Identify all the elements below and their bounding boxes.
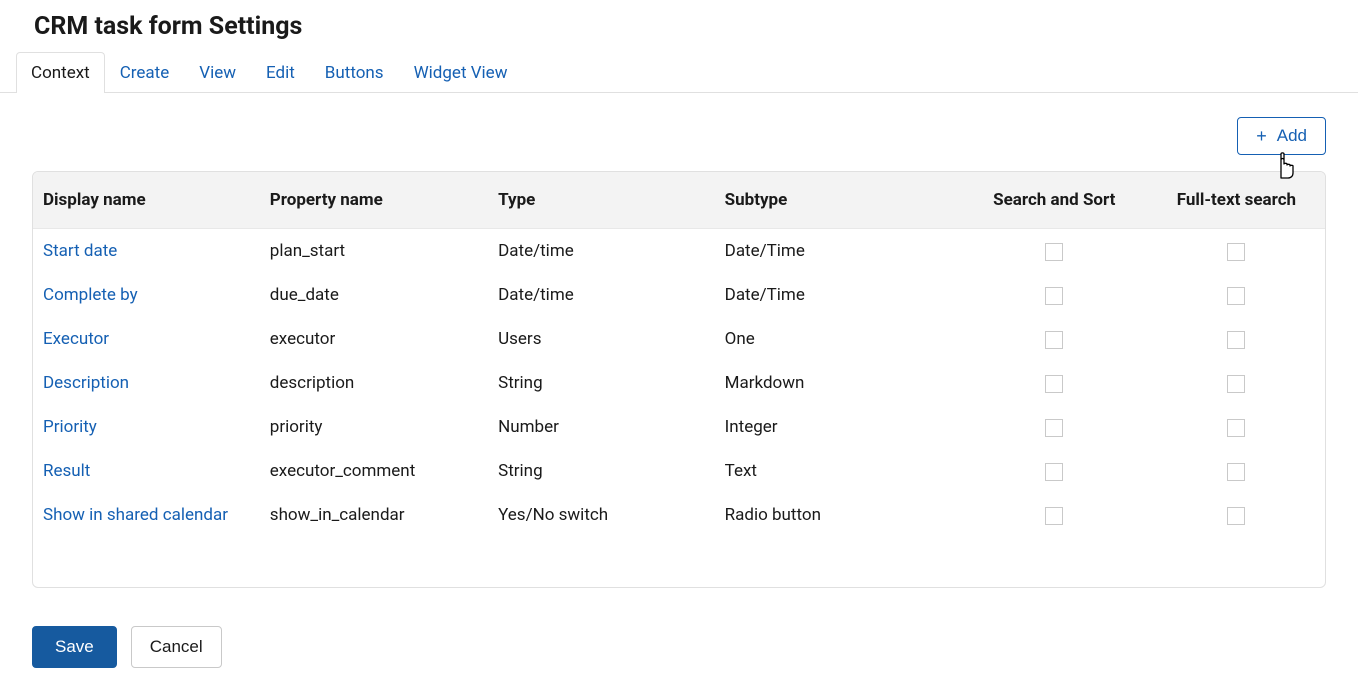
fulltext-checkbox[interactable] (1227, 463, 1245, 481)
tab-buttons[interactable]: Buttons (310, 52, 399, 93)
tab-widget-view[interactable]: Widget View (399, 52, 523, 93)
property-name-cell: due_date (260, 273, 488, 317)
search-sort-checkbox[interactable] (1045, 243, 1063, 261)
col-search-sort: Search and Sort (961, 172, 1148, 229)
fulltext-checkbox[interactable] (1227, 419, 1245, 437)
add-button-label: Add (1277, 126, 1307, 146)
tab-edit[interactable]: Edit (251, 52, 310, 93)
cancel-button[interactable]: Cancel (131, 626, 222, 668)
type-cell: Yes/No switch (488, 493, 715, 537)
tab-context[interactable]: Context (16, 52, 105, 93)
display-name-link[interactable]: Show in shared calendar (43, 505, 228, 525)
table-row: Show in shared calendar show_in_calendarY… (33, 493, 1325, 537)
type-cell: String (488, 449, 715, 493)
table-row: Executor executorUsersOne (33, 317, 1325, 361)
subtype-cell: Date/Time (715, 229, 961, 274)
add-button[interactable]: + Add (1237, 117, 1326, 155)
dialog-title-actions (1310, 17, 1326, 37)
col-display-name: Display name (33, 172, 260, 229)
property-name-cell: description (260, 361, 488, 405)
property-name-cell: plan_start (260, 229, 488, 274)
display-name-link[interactable]: Description (43, 373, 129, 393)
table-row: Priority priorityNumberInteger (33, 405, 1325, 449)
dialog-header: CRM task form Settings (32, 12, 1326, 47)
type-cell: Date/time (488, 229, 715, 274)
subtype-cell: Radio button (715, 493, 961, 537)
property-name-cell: executor (260, 317, 488, 361)
subtype-cell: Text (715, 449, 961, 493)
search-sort-checkbox[interactable] (1045, 287, 1063, 305)
dialog-title: CRM task form Settings (32, 12, 302, 41)
display-name-link[interactable]: Complete by (43, 285, 138, 305)
fulltext-checkbox[interactable] (1227, 375, 1245, 393)
subtype-cell: One (715, 317, 961, 361)
property-name-cell: show_in_calendar (260, 493, 488, 537)
fields-panel: Display name Property name Type Subtype … (32, 171, 1326, 588)
tab-view[interactable]: View (184, 52, 251, 93)
settings-dialog: CRM task form Settings Context Create Vi… (0, 0, 1358, 688)
tab-create[interactable]: Create (105, 52, 185, 93)
type-cell: Users (488, 317, 715, 361)
table-header-row: Display name Property name Type Subtype … (33, 172, 1325, 229)
fulltext-checkbox[interactable] (1227, 287, 1245, 305)
col-fulltext: Full-text search (1148, 172, 1325, 229)
col-type: Type (488, 172, 715, 229)
fulltext-checkbox[interactable] (1227, 507, 1245, 525)
display-name-link[interactable]: Priority (43, 417, 97, 437)
dialog-footer: Save Cancel (32, 588, 1326, 668)
display-name-link[interactable]: Start date (43, 241, 117, 261)
table-row: Result executor_commentStringText (33, 449, 1325, 493)
property-name-cell: executor_comment (260, 449, 488, 493)
type-cell: Date/time (488, 273, 715, 317)
table-row: Description descriptionStringMarkdown (33, 361, 1325, 405)
col-subtype: Subtype (715, 172, 961, 229)
table-row: Complete by due_dateDate/timeDate/Time (33, 273, 1325, 317)
display-name-link[interactable]: Executor (43, 329, 109, 349)
subtype-cell: Date/Time (715, 273, 961, 317)
toolbar: + Add (32, 93, 1326, 167)
fields-table: Display name Property name Type Subtype … (33, 172, 1325, 537)
plus-icon: + (1256, 127, 1267, 145)
col-property-name: Property name (260, 172, 488, 229)
search-sort-checkbox[interactable] (1045, 375, 1063, 393)
search-sort-checkbox[interactable] (1045, 419, 1063, 437)
property-name-cell: priority (260, 405, 488, 449)
subtype-cell: Markdown (715, 361, 961, 405)
subtype-cell: Integer (715, 405, 961, 449)
search-sort-checkbox[interactable] (1045, 507, 1063, 525)
fulltext-checkbox[interactable] (1227, 243, 1245, 261)
search-sort-checkbox[interactable] (1045, 463, 1063, 481)
search-sort-checkbox[interactable] (1045, 331, 1063, 349)
tab-bar: Context Create View Edit Buttons Widget … (0, 51, 1358, 93)
table-row: Start date plan_startDate/timeDate/Time (33, 229, 1325, 274)
display-name-link[interactable]: Result (43, 461, 90, 481)
type-cell: Number (488, 405, 715, 449)
fulltext-checkbox[interactable] (1227, 331, 1245, 349)
save-button[interactable]: Save (32, 626, 117, 668)
type-cell: String (488, 361, 715, 405)
